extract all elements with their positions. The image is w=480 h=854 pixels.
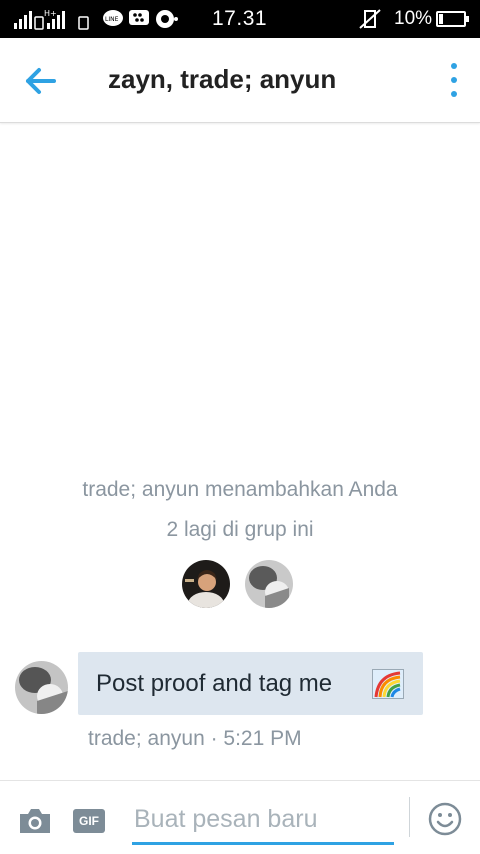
camera-app-icon	[156, 10, 178, 28]
gif-button[interactable]: GIF	[73, 809, 105, 833]
avatar[interactable]	[182, 560, 230, 608]
conversation-title: zayn, trade; anyun	[108, 64, 337, 94]
composer: GIF	[0, 780, 480, 854]
message-meta: trade; anyun · 5:21 PM	[88, 727, 302, 750]
battery-icon	[436, 11, 469, 27]
members-count-notice: 2 lagi di grup ini	[166, 518, 314, 541]
app-header: zayn, trade; anyun	[0, 38, 480, 123]
more-options-icon[interactable]	[440, 60, 468, 100]
camera-icon[interactable]	[18, 807, 52, 835]
bbm-icon	[129, 10, 149, 25]
composer-divider	[409, 797, 410, 837]
vibrate-off-icon	[359, 9, 381, 29]
line-app-icon: LINE	[103, 10, 123, 26]
sender-avatar-icon	[15, 661, 68, 714]
avatar[interactable]	[15, 661, 68, 714]
signal-icon: H+	[14, 9, 65, 30]
svg-text:H+: H+	[44, 9, 57, 18]
emoji-icon[interactable]	[428, 802, 462, 836]
back-arrow-icon[interactable]	[22, 64, 62, 98]
svg-text:LINE: LINE	[105, 16, 119, 23]
clock: 17.31	[212, 7, 268, 30]
member-avatar-bw-icon	[245, 560, 293, 608]
added-notice: trade; anyun menambahkan Anda	[82, 478, 398, 501]
data-icon	[78, 16, 89, 30]
message-text: Post proof and tag me	[96, 670, 333, 697]
avatar[interactable]	[245, 560, 293, 608]
rainbow-icon	[372, 669, 404, 699]
battery-percent: 10%	[394, 8, 433, 29]
status-bar: H+ LINE 17.31 10%	[0, 0, 480, 38]
message-input[interactable]	[132, 797, 394, 845]
member-avatar-child-icon	[182, 560, 230, 608]
message-bubble[interactable]: Post proof and tag me	[78, 652, 423, 715]
